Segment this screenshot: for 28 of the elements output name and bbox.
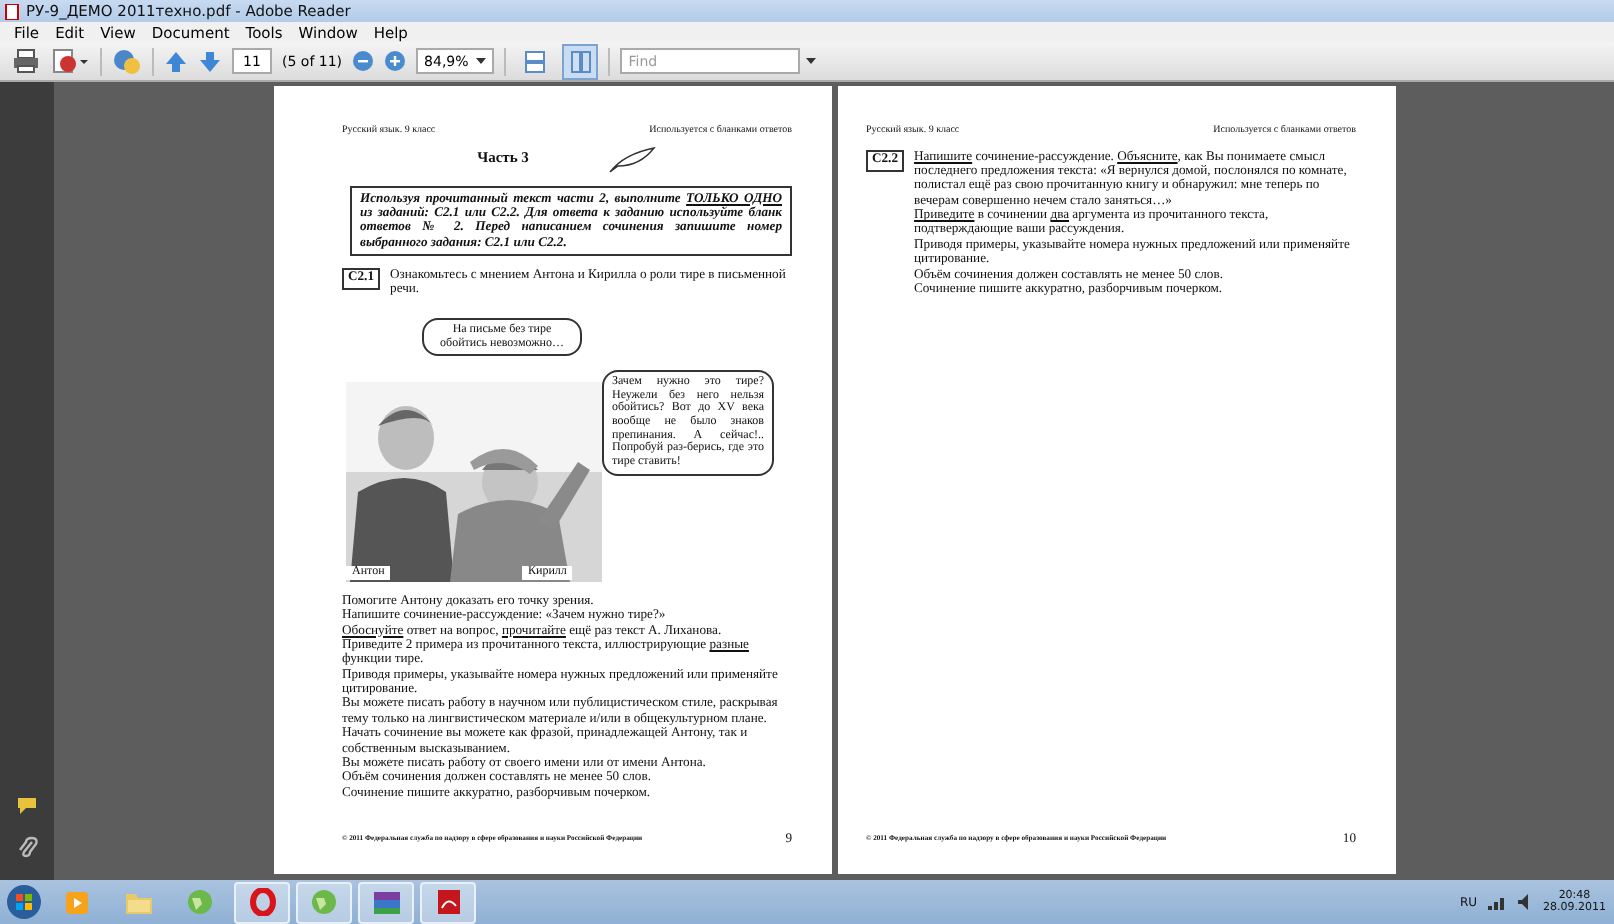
two-pages-icon: [569, 49, 592, 73]
books-icon: [371, 889, 401, 915]
caret-icon: [476, 58, 487, 64]
folder-icon: [123, 889, 153, 915]
start-button[interactable]: [6, 884, 42, 920]
arrow-up-icon[interactable]: [164, 49, 188, 73]
taskbar-app[interactable]: [420, 881, 476, 923]
two-page-view-button[interactable]: [562, 43, 599, 79]
document-icon[interactable]: [50, 48, 90, 74]
globe-icon: [186, 888, 214, 916]
comment-icon[interactable]: [15, 796, 39, 816]
single-page-icon: [523, 49, 546, 73]
network-icon[interactable]: [1487, 894, 1507, 910]
taskbar-app[interactable]: [358, 881, 414, 923]
arrow-down-icon[interactable]: [198, 49, 222, 73]
speaker-icon[interactable]: [1517, 894, 1533, 910]
caret-icon: [806, 58, 817, 64]
play-icon: [63, 889, 89, 915]
taskbar-app[interactable]: [234, 881, 290, 923]
zoom-out-icon[interactable]: [352, 50, 375, 72]
document-icon: [435, 888, 461, 916]
zoom-in-icon[interactable]: [384, 50, 407, 72]
print-icon[interactable]: [12, 48, 40, 74]
share-icon[interactable]: [112, 47, 142, 75]
ring-icon: [249, 888, 275, 916]
paperclip-icon[interactable]: [17, 836, 37, 860]
globe-icon: [310, 888, 338, 916]
quill-icon: [608, 145, 657, 174]
